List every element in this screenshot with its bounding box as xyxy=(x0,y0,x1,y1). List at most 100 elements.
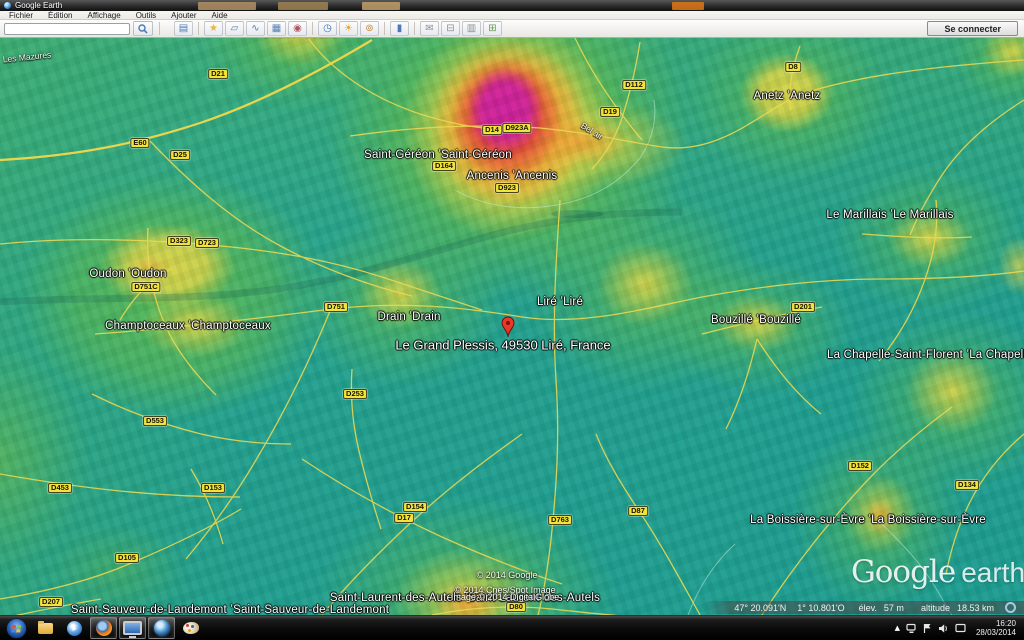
town-label-la-boissiere-sur-evre: La Boissière-sur-Èvre ʼLa Boissière-sur-… xyxy=(750,514,986,526)
road-shield-d751: D751 xyxy=(324,302,348,312)
latitude-value: 47° 20.091'N xyxy=(734,602,787,613)
road-shield-d21: D21 xyxy=(208,69,228,79)
menu-item-3[interactable]: Outils xyxy=(136,11,156,20)
sunlight-icon: ☀ xyxy=(344,22,353,34)
show-hidden-icons-button[interactable]: ▲ xyxy=(895,624,900,632)
taskbar-firefox-button[interactable] xyxy=(90,617,117,639)
taskbar-clock[interactable]: 16:20 28/03/2014 xyxy=(972,619,1016,637)
road-shield-d923a: D923A xyxy=(502,123,532,133)
search-button[interactable] xyxy=(133,21,153,36)
ruler-icon: ▮ xyxy=(396,22,403,34)
sidebar-icon: ▤ xyxy=(178,22,189,34)
road-shield-d17: D17 xyxy=(394,513,414,523)
road-shield-d207: D207 xyxy=(39,597,63,607)
search-result-label: Le Grand Plessis, 49530 Liré, France xyxy=(395,337,611,353)
copyright-line-2: Image © 2014 DigitalGlobe xyxy=(450,592,560,602)
road-shield-d8: D8 xyxy=(785,62,801,72)
road-shield-d253: D253 xyxy=(343,389,367,399)
toolbar-separator xyxy=(159,22,160,35)
sunlight-button[interactable]: ☀ xyxy=(339,21,358,36)
taskbar-media-player-button[interactable]: ▸ xyxy=(61,617,88,639)
media-player-icon: ▸ xyxy=(67,620,82,636)
action-center-flag-icon[interactable] xyxy=(923,623,932,634)
map-viewport[interactable]: Couffé ʼCouffé Saint-Géréon ʼSaint-Géréon… xyxy=(0,38,1024,615)
save-image-button[interactable]: ▥ xyxy=(462,21,481,36)
road-shield-d453: D453 xyxy=(48,483,72,493)
taskbar-google-earth-button[interactable] xyxy=(148,617,175,639)
town-label-oudon: Oudon ʼOudon xyxy=(89,268,167,280)
background-window-fragment xyxy=(672,2,704,10)
email-button[interactable]: ✉ xyxy=(420,21,439,36)
print-button[interactable]: ⊟ xyxy=(441,21,460,36)
network-icon[interactable] xyxy=(906,623,917,634)
save-image-icon: ▥ xyxy=(466,22,477,34)
sign-in-button[interactable]: Se connecter xyxy=(927,21,1018,36)
clock-time: 16:20 xyxy=(995,619,1016,628)
town-label-le-marillais: Le Marillais ʼLe Marillais xyxy=(826,209,954,221)
town-label-champtoceaux: Champtoceaux ʼChamptoceaux xyxy=(105,320,271,332)
windows-start-icon xyxy=(6,617,27,639)
toolbar-icon-group: ▤ ★ ▱ ∿ ▦ ◉ ◷ ☀ ⊚ ▮ ✉ ⊟ ▥ ⊞ xyxy=(174,21,502,36)
taskbar-paint-button[interactable] xyxy=(177,617,204,639)
town-label-saint-sauveur-de-landemont: Saint-Sauveur-de-Landemont ʼSaint-Sauveu… xyxy=(70,604,390,615)
add-image-overlay-button[interactable]: ▦ xyxy=(267,21,286,36)
view-in-maps-button[interactable]: ⊞ xyxy=(483,21,502,36)
monitor-icon xyxy=(123,621,142,638)
start-button[interactable] xyxy=(3,617,30,639)
road-shield-d87: D87 xyxy=(628,506,648,516)
clock-date: 28/03/2014 xyxy=(975,628,1016,637)
add-path-button[interactable]: ∿ xyxy=(246,21,265,36)
volume-icon[interactable] xyxy=(938,623,949,634)
window-titlebar[interactable]: Google Earth xyxy=(0,0,1024,11)
paint-icon xyxy=(182,622,199,634)
historical-imagery-icon: ◷ xyxy=(323,22,332,34)
road-shield-d19: D19 xyxy=(600,107,620,117)
menu-item-5[interactable]: Aide xyxy=(212,11,228,20)
search-input[interactable] xyxy=(4,22,130,35)
motorway-a11 xyxy=(0,39,373,162)
road-shield-d723: D723 xyxy=(195,238,219,248)
tray-window-icon[interactable] xyxy=(955,623,966,633)
menu-item-0[interactable]: Fichier xyxy=(9,11,33,20)
copyright-line-0: © 2014 Google xyxy=(476,570,538,580)
longitude-value: 1° 10.801'O xyxy=(797,602,845,613)
email-icon: ✉ xyxy=(425,22,434,34)
altitude-value: 18.53 km xyxy=(956,602,994,613)
town-label-drain: Drain ʼDrain xyxy=(377,311,441,323)
add-polygon-button[interactable]: ▱ xyxy=(225,21,244,36)
toolbar-separator xyxy=(312,22,313,35)
menu-item-1[interactable]: Édition xyxy=(48,11,72,20)
planets-button[interactable]: ⊚ xyxy=(360,21,379,36)
system-tray: ▲ 16:20 28/03/2014 xyxy=(895,619,1022,637)
view-in-maps-icon: ⊞ xyxy=(488,22,497,34)
planets-icon: ⊚ xyxy=(365,22,374,34)
menu-item-2[interactable]: Affichage xyxy=(87,11,120,20)
road-shield-d763: D763 xyxy=(548,515,572,525)
menu-item-4[interactable]: Ajouter xyxy=(171,11,196,20)
add-path-icon: ∿ xyxy=(251,22,260,34)
record-tour-button[interactable]: ◉ xyxy=(288,21,307,36)
road-shield-d923: D923 xyxy=(495,183,519,193)
town-label-bouzille: Bouzillé ʼBouzillé xyxy=(711,314,801,326)
logo-earth: earth xyxy=(961,557,1024,588)
toolbar-separator xyxy=(414,22,415,35)
sidebar-button[interactable]: ▤ xyxy=(174,21,193,36)
town-label-anetz: Anetz ʼAnetz xyxy=(753,90,821,102)
streaming-indicator xyxy=(1005,602,1016,613)
road-shield-d112: D112 xyxy=(622,80,646,90)
town-label-la-chapelle-saint-florent: La Chapelle-Saint-Florent ʼLa Chapelle-S… xyxy=(827,349,1024,361)
taskbar-display-button[interactable] xyxy=(119,617,146,639)
road-shield-d25: D25 xyxy=(170,150,190,160)
town-label-ancenis: Ancenis ʼAncenis xyxy=(466,170,558,182)
taskbar: ▸ ▲ 16:20 28/03/2014 xyxy=(0,615,1024,640)
road-shield-d154: D154 xyxy=(403,502,427,512)
historical-imagery-button[interactable]: ◷ xyxy=(318,21,337,36)
road-shield-d751c: D751C xyxy=(131,282,161,292)
loire-river xyxy=(0,208,683,306)
statusbar: 47° 20.091'N 1° 10.801'O élev. 57 m alti… xyxy=(704,601,1024,614)
ruler-button[interactable]: ▮ xyxy=(390,21,409,36)
taskbar-explorer-button[interactable] xyxy=(32,617,59,639)
add-placemark-icon: ★ xyxy=(209,22,218,34)
add-placemark-button[interactable]: ★ xyxy=(204,21,223,36)
record-tour-icon: ◉ xyxy=(293,22,302,34)
